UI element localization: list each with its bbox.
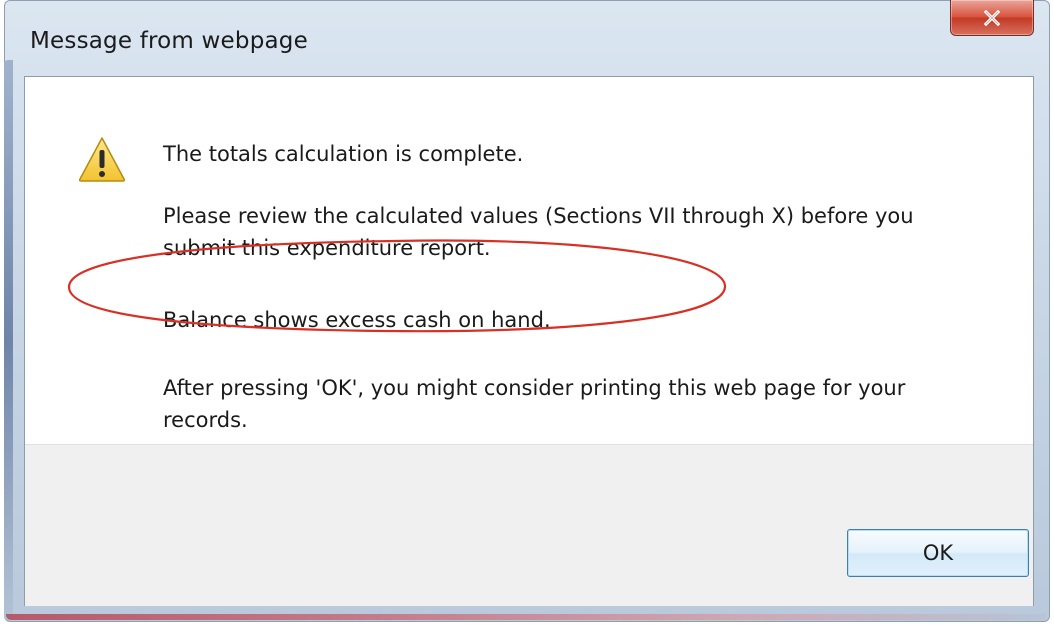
message-line-print-cont: records. bbox=[163, 408, 248, 432]
dialog-title: Message from webpage bbox=[30, 28, 308, 54]
dialog-client-area: The totals calculation is complete. Plea… bbox=[24, 76, 1034, 606]
message-line-complete: The totals calculation is complete. bbox=[163, 142, 524, 166]
window-frame-edge bbox=[4, 60, 13, 620]
window-frame-bottom bbox=[6, 614, 1046, 620]
screenshot-root: Message from webpage The totals calculat… bbox=[0, 0, 1054, 626]
highlight-ellipse-annotation bbox=[67, 239, 727, 333]
close-button[interactable] bbox=[950, 0, 1034, 36]
message-line-review: Please review the calculated values (Sec… bbox=[163, 204, 914, 228]
close-icon bbox=[983, 9, 1001, 26]
message-panel: The totals calculation is complete. Plea… bbox=[25, 77, 1033, 444]
warning-icon bbox=[78, 137, 126, 182]
ok-button[interactable]: OK bbox=[847, 529, 1029, 577]
message-line-print: After pressing 'OK', you might consider … bbox=[163, 376, 906, 400]
button-bar: OK bbox=[25, 444, 1033, 606]
